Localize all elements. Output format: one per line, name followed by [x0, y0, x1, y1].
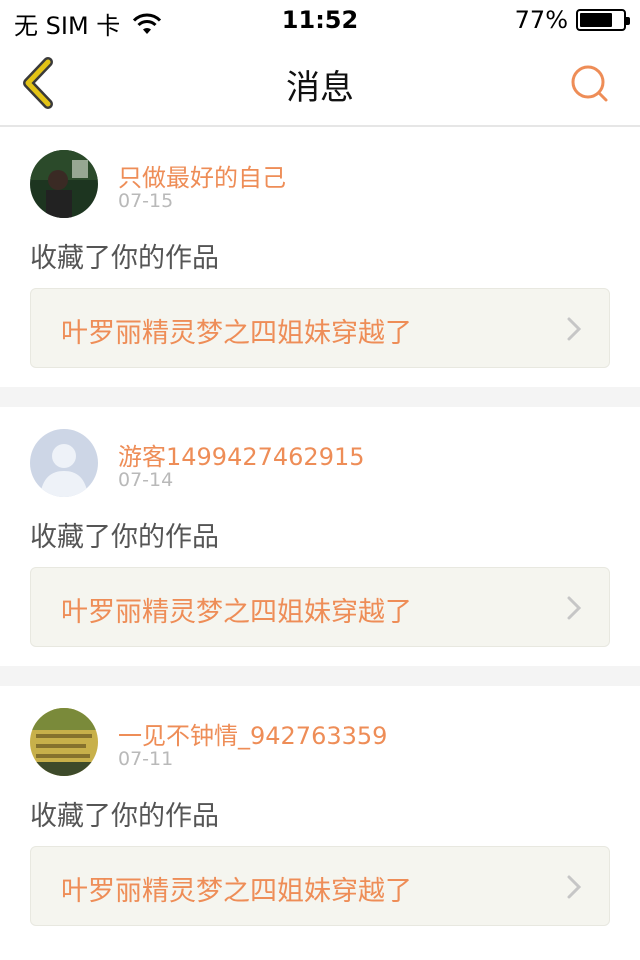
battery-percent: 77% — [514, 6, 568, 34]
avatar[interactable] — [30, 429, 98, 497]
battery-fill — [580, 13, 612, 27]
message-date: 07-15 — [118, 190, 174, 212]
chevron-right-icon — [567, 596, 581, 620]
divider — [0, 666, 640, 686]
avatar[interactable] — [30, 150, 98, 218]
chevron-right-icon — [567, 317, 581, 341]
message-date: 07-14 — [118, 469, 174, 491]
user-name[interactable]: 只做最好的自己 — [118, 158, 286, 193]
action-text: 收藏了你的作品 — [30, 243, 219, 274]
action-text: 收藏了你的作品 — [30, 522, 219, 553]
message-card: 只做最好的自己 07-15 收藏了你的作品 叶罗丽精灵梦之四姐妹穿越了 — [0, 128, 640, 387]
avatar[interactable] — [30, 708, 98, 776]
user-name[interactable]: 一见不钟情_942763359 — [118, 716, 387, 751]
status-right: 77% — [514, 6, 630, 34]
message-list: 只做最好的自己 07-15 收藏了你的作品 叶罗丽精灵梦之四姐妹穿越了 游客14… — [0, 128, 640, 945]
work-link[interactable]: 叶罗丽精灵梦之四姐妹穿越了 — [30, 846, 610, 926]
work-link[interactable]: 叶罗丽精灵梦之四姐妹穿越了 — [30, 288, 610, 368]
message-card: 一见不钟情_942763359 07-11 收藏了你的作品 叶罗丽精灵梦之四姐妹… — [0, 686, 640, 945]
page-title: 消息 — [286, 68, 354, 108]
message-card: 游客1499427462915 07-14 收藏了你的作品 叶罗丽精灵梦之四姐妹… — [0, 407, 640, 666]
message-date: 07-11 — [118, 748, 174, 770]
divider — [0, 387, 640, 407]
work-title: 叶罗丽精灵梦之四姐妹穿越了 — [61, 597, 412, 628]
status-bar: 无 SIM 卡 11:52 77% — [0, 0, 640, 40]
search-icon[interactable] — [568, 62, 612, 106]
work-link[interactable]: 叶罗丽精灵梦之四姐妹穿越了 — [30, 567, 610, 647]
chevron-right-icon — [567, 875, 581, 899]
work-title: 叶罗丽精灵梦之四姐妹穿越了 — [61, 876, 412, 907]
user-name[interactable]: 游客1499427462915 — [118, 437, 365, 472]
action-text: 收藏了你的作品 — [30, 801, 219, 832]
battery-icon — [576, 9, 630, 31]
nav-bar: 消息 — [0, 40, 640, 127]
work-title: 叶罗丽精灵梦之四姐妹穿越了 — [61, 318, 412, 349]
